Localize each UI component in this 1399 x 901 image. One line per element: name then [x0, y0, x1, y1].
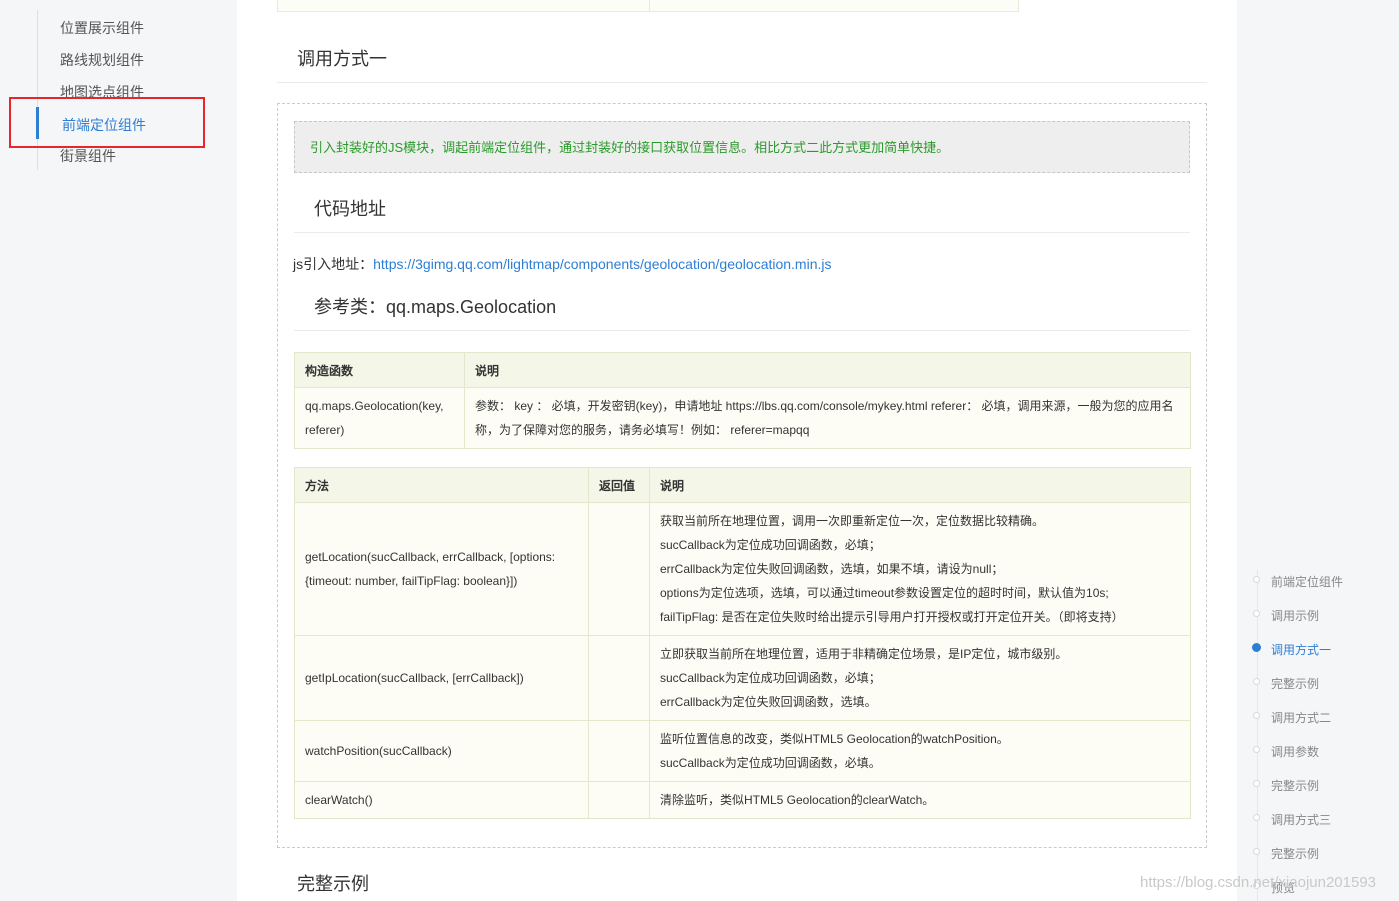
toc-dot [1253, 576, 1260, 583]
js-address-label: js引入地址： [293, 256, 374, 272]
toc-dot [1253, 746, 1260, 753]
toc-item-method-three[interactable]: 调用方式三 [1271, 811, 1331, 828]
description-line: failTipFlag: 是否在定位失败时给出提示引导用户打开授权或打开定位开关… [660, 610, 1124, 624]
table-row: getLocation(sucCallback, errCallback, [o… [294, 502, 1191, 636]
toc-sidebar: 前端定位组件 调用示例 调用方式一 完整示例 调用方式二 调用参数 完整示例 调… [1237, 0, 1399, 901]
description-line: options为定位选项，选填，可以通过timeout参数设置定位的超时时间，默… [660, 586, 1109, 600]
toc-item-method-two[interactable]: 调用方式二 [1271, 709, 1331, 726]
header-return: 返回值 [588, 467, 650, 503]
toc-dot [1253, 780, 1260, 787]
table-row: getIpLocation(sucCallback, [errCallback]… [294, 635, 1191, 721]
method-name: clearWatch() [294, 781, 589, 819]
toc-item-full-example-1[interactable]: 完整示例 [1271, 675, 1319, 692]
toc-dot [1253, 848, 1260, 855]
header-description: 说明 [649, 467, 1191, 503]
method-return [588, 720, 650, 782]
code-heading-divider [294, 232, 1190, 233]
description-line: 获取当前所在地理位置，调用一次即重新定位一次，定位数据比较精确。 [660, 514, 1045, 528]
toc-dot [1253, 678, 1260, 685]
method-return [588, 635, 650, 721]
method-name: watchPosition(sucCallback) [294, 720, 589, 782]
description-line: sucCallback为定位成功回调函数，必填； [660, 538, 881, 552]
constructor-description: 参数： key ： 必填，开发密钥(key)，申请地址 https://lbs.… [464, 387, 1191, 449]
sidebar-item-route-planning[interactable]: 路线规划组件 [60, 50, 144, 70]
description-line: errCallback为定位失败回调函数，选填。 [660, 695, 877, 709]
description-line: 立即获取当前所在地理位置，适用于非精确定位场景，是IP定位，城市级别。 [660, 647, 1068, 661]
table-header-row: 构造函数 说明 [294, 352, 1191, 388]
method-description: 监听位置信息的改变，类似HTML5 Geolocation的watchPosit… [649, 720, 1191, 782]
code-address-heading: 代码地址 [314, 199, 386, 219]
toc-dot-active [1252, 643, 1261, 652]
toc-item-full-example-3[interactable]: 完整示例 [1271, 845, 1319, 862]
table-header-row: 方法 返回值 说明 [294, 467, 1191, 503]
note-callout: 引入封装好的JS模块，调起前端定位组件，通过封装好的接口获取位置信息。相比方式二… [294, 121, 1190, 173]
description-line: 监听位置信息的改变，类似HTML5 Geolocation的watchPosit… [660, 732, 1009, 746]
js-address-link[interactable]: https://3gimg.qq.com/lightmap/components… [373, 256, 831, 272]
toc-dot [1253, 610, 1260, 617]
js-address-line: js引入地址：https://3gimg.qq.com/lightmap/com… [293, 254, 832, 274]
table-row: clearWatch() 清除监听，类似HTML5 Geolocation的cl… [294, 781, 1191, 819]
sidebar-item-streetview[interactable]: 街景组件 [60, 146, 116, 166]
section-divider [277, 82, 1207, 83]
method-description: 立即获取当前所在地理位置，适用于非精确定位场景，是IP定位，城市级别。 sucC… [649, 635, 1191, 721]
method-table: 方法 返回值 说明 getLocation(sucCallback, errCa… [294, 467, 1191, 819]
toc-dot [1253, 712, 1260, 719]
method-return [588, 502, 650, 636]
table-row: qq.maps.Geolocation(key, referer) 参数： ke… [294, 387, 1191, 449]
header-method: 方法 [294, 467, 589, 503]
description-line: sucCallback为定位成功回调函数，必填； [660, 671, 881, 685]
section-title-full-example: 完整示例 [297, 874, 369, 894]
section-title-method-one: 调用方式一 [297, 49, 387, 69]
header-constructor: 构造函数 [294, 352, 465, 388]
method-description: 清除监听，类似HTML5 Geolocation的clearWatch。 [649, 781, 1191, 819]
constructor-table: 构造函数 说明 qq.maps.Geolocation(key, referer… [294, 352, 1191, 449]
watermark-text: https://blog.csdn.net/xiaojun201593 [1140, 874, 1377, 891]
toc-item-full-example-2[interactable]: 完整示例 [1271, 777, 1319, 794]
toc-item-call-example[interactable]: 调用示例 [1271, 607, 1319, 624]
description-line: errCallback为定位失败回调函数，选填，如果不填，请设为null； [660, 562, 1004, 576]
table-row: watchPosition(sucCallback) 监听位置信息的改变，类似H… [294, 720, 1191, 782]
method-description: 获取当前所在地理位置，调用一次即重新定位一次，定位数据比较精确。 sucCall… [649, 502, 1191, 636]
toc-item-frontend-geolocation[interactable]: 前端定位组件 [1271, 573, 1343, 590]
constructor-name: qq.maps.Geolocation(key, referer) [294, 387, 465, 449]
highlight-annotation-box [9, 97, 205, 148]
toc-item-method-one[interactable]: 调用方式一 [1271, 641, 1331, 658]
method-return [588, 781, 650, 819]
header-description: 说明 [464, 352, 1191, 388]
method-name: getIpLocation(sucCallback, [errCallback]… [294, 635, 589, 721]
reference-heading-divider [294, 330, 1190, 331]
toc-dot [1253, 814, 1260, 821]
method-name: getLocation(sucCallback, errCallback, [o… [294, 502, 589, 636]
reference-class-heading: 参考类：qq.maps.Geolocation [314, 297, 557, 317]
left-sidebar: 位置展示组件 路线规划组件 地图选点组件 前端定位组件 街景组件 [0, 0, 237, 901]
description-line: 清除监听，类似HTML5 Geolocation的clearWatch。 [660, 793, 935, 807]
previous-table-bottom [277, 0, 1019, 12]
sidebar-item-location-display[interactable]: 位置展示组件 [60, 18, 144, 38]
toc-item-call-params[interactable]: 调用参数 [1271, 743, 1319, 760]
description-line: sucCallback为定位成功回调函数，必填。 [660, 756, 881, 770]
